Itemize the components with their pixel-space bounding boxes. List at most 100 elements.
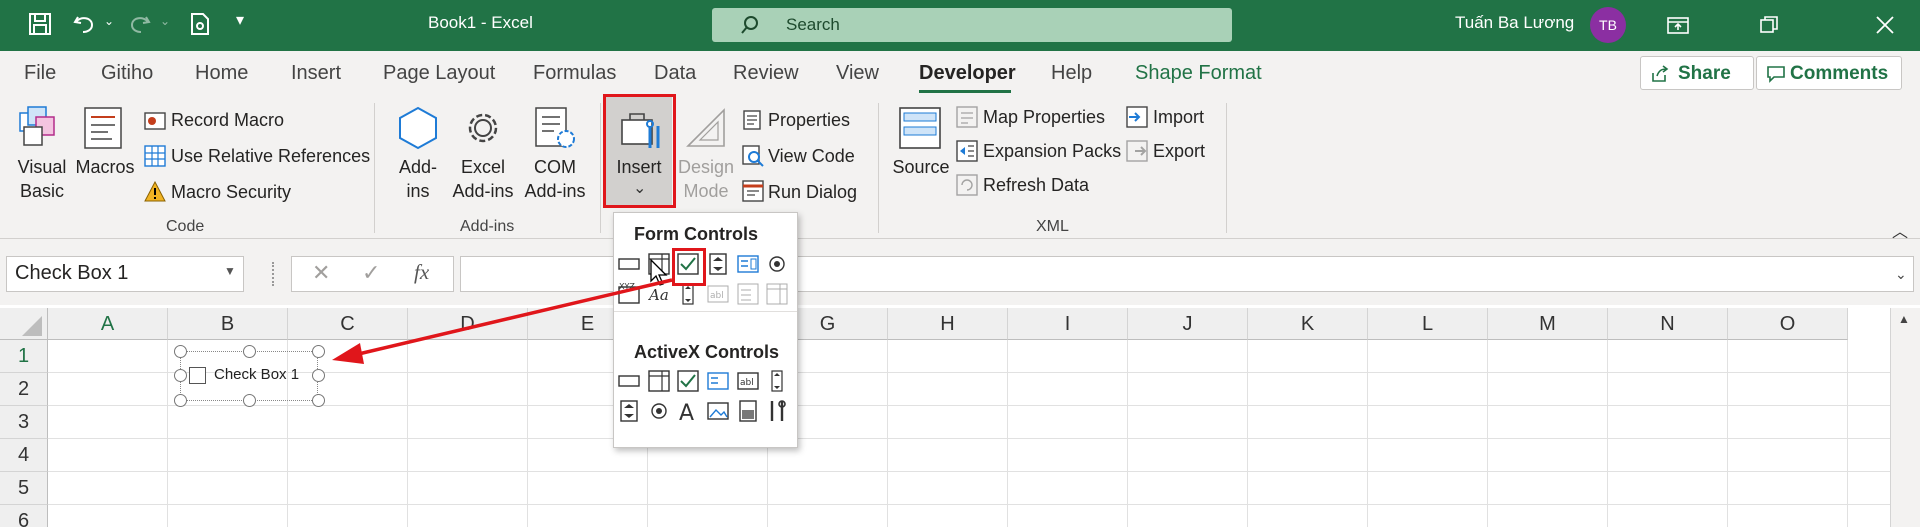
activex-text-box-icon[interactable]: abl xyxy=(737,370,759,392)
document-title: Book1 - Excel xyxy=(428,13,533,32)
column-header-j[interactable]: J xyxy=(1128,308,1248,340)
tab-insert[interactable]: Insert xyxy=(291,62,341,85)
excel-addins-button[interactable]: Excel Add-ins xyxy=(448,155,518,203)
com-addins-button[interactable]: COM Add-ins xyxy=(518,155,592,203)
activex-check-box-icon[interactable] xyxy=(677,370,699,392)
column-header-i[interactable]: I xyxy=(1008,308,1128,340)
vertical-scrollbar[interactable]: ▲ xyxy=(1890,308,1920,527)
import-button[interactable]: Import xyxy=(1153,107,1204,128)
row-header-5[interactable]: 5 xyxy=(0,472,48,505)
activex-toggle-button-icon[interactable] xyxy=(737,400,759,422)
design-mode-button[interactable]: Design Mode xyxy=(676,155,736,203)
expansion-packs-button[interactable]: Expansion Packs xyxy=(983,141,1121,162)
scroll-up-icon[interactable]: ▲ xyxy=(1898,312,1910,326)
relative-references-button[interactable]: Use Relative References xyxy=(171,146,370,167)
share-button[interactable]: Share xyxy=(1640,56,1754,90)
tab-help[interactable]: Help xyxy=(1051,62,1092,85)
export-button[interactable]: Export xyxy=(1153,141,1205,162)
column-header-h[interactable]: H xyxy=(888,308,1008,340)
resize-handle-w[interactable] xyxy=(174,369,187,382)
row-header-1[interactable]: 1 xyxy=(0,340,48,373)
source-button[interactable]: Source xyxy=(890,155,952,179)
row-header-6[interactable]: 6 xyxy=(0,505,48,527)
macros-button[interactable]: Macros xyxy=(74,155,136,179)
com-addins-label-2: Add-ins xyxy=(524,181,586,201)
column-header-o[interactable]: O xyxy=(1728,308,1848,340)
resize-handle-s[interactable] xyxy=(243,394,256,407)
resize-handle[interactable] xyxy=(272,262,276,286)
activex-list-box-icon[interactable] xyxy=(707,370,729,392)
tab-review[interactable]: Review xyxy=(733,62,799,85)
ribbon-display-icon[interactable] xyxy=(1667,15,1689,35)
row-header-2[interactable]: 2 xyxy=(0,373,48,406)
undo-dropdown-icon[interactable]: ⌄ xyxy=(104,14,114,28)
visual-basic-button[interactable]: Visual Basic xyxy=(12,155,72,203)
search-box[interactable]: Search xyxy=(712,8,1232,42)
run-dialog-button[interactable]: Run Dialog xyxy=(768,182,857,203)
gridline-vertical xyxy=(1727,340,1728,527)
resize-handle-sw[interactable] xyxy=(174,394,187,407)
tab-gitiho[interactable]: Gitiho xyxy=(101,62,153,85)
redo-dropdown-icon[interactable]: ⌄ xyxy=(160,14,170,28)
column-header-k[interactable]: K xyxy=(1248,308,1368,340)
properties-button[interactable]: Properties xyxy=(768,110,850,131)
customize-qat-icon[interactable]: ▾ xyxy=(236,10,244,30)
activex-combo-box-icon[interactable] xyxy=(648,370,670,392)
tab-home[interactable]: Home xyxy=(195,62,248,85)
close-icon[interactable] xyxy=(1876,16,1894,34)
print-preview-icon[interactable] xyxy=(188,12,212,36)
name-box-dropdown-icon[interactable]: ▼ xyxy=(224,264,236,278)
name-box[interactable]: Check Box 1 xyxy=(6,256,244,292)
activex-button-icon[interactable] xyxy=(618,370,640,392)
design-mode-icon xyxy=(686,108,725,147)
tab-data[interactable]: Data xyxy=(654,62,696,85)
scroll-bar-form-control-icon[interactable] xyxy=(677,283,699,305)
save-icon[interactable] xyxy=(28,12,52,36)
avatar[interactable]: TB xyxy=(1590,7,1626,43)
option-button-form-control-icon[interactable] xyxy=(766,253,788,275)
tab-page-layout[interactable]: Page Layout xyxy=(383,62,495,85)
more-controls-icon[interactable] xyxy=(766,400,788,422)
redo-icon[interactable] xyxy=(128,12,152,36)
tab-file[interactable]: File xyxy=(24,62,56,85)
tab-developer[interactable]: Developer xyxy=(919,62,1016,85)
macro-security-button[interactable]: Macro Security xyxy=(171,182,291,203)
resize-handle-se[interactable] xyxy=(312,394,325,407)
checkbox-control[interactable] xyxy=(189,367,206,384)
addins-button[interactable]: Add-ins xyxy=(388,155,448,203)
expand-formula-icon[interactable]: ⌄ xyxy=(1895,266,1907,283)
import-icon xyxy=(1126,106,1148,128)
search-icon xyxy=(741,16,758,34)
column-header-a[interactable]: A xyxy=(48,308,168,340)
refresh-data-button[interactable]: Refresh Data xyxy=(983,175,1089,196)
tab-view[interactable]: View xyxy=(836,62,879,85)
spin-button-form-control-icon[interactable] xyxy=(707,253,729,275)
tab-formulas[interactable]: Formulas xyxy=(533,62,616,85)
column-header-n[interactable]: N xyxy=(1608,308,1728,340)
resize-handle-n[interactable] xyxy=(243,345,256,358)
restore-icon[interactable] xyxy=(1760,16,1778,34)
row-header-4[interactable]: 4 xyxy=(0,439,48,472)
activex-option-button-icon[interactable] xyxy=(648,400,670,422)
xml-group-label: XML xyxy=(1036,218,1069,235)
insert-label: Insert xyxy=(616,157,662,177)
undo-icon[interactable] xyxy=(72,12,96,36)
comments-button[interactable]: Comments xyxy=(1756,56,1902,90)
row-header-3[interactable]: 3 xyxy=(0,406,48,439)
combo-list-disabled-icon xyxy=(737,283,759,305)
map-properties-button[interactable]: Map Properties xyxy=(983,107,1105,128)
activex-image-icon[interactable] xyxy=(707,400,729,422)
column-header-m[interactable]: M xyxy=(1488,308,1608,340)
tab-shape-format[interactable]: Shape Format xyxy=(1135,62,1262,85)
record-macro-button[interactable]: Record Macro xyxy=(171,110,284,131)
column-header-b[interactable]: B xyxy=(168,308,288,340)
activex-label-icon[interactable]: A xyxy=(677,400,699,422)
gridline-vertical xyxy=(1607,340,1608,527)
view-code-button[interactable]: View Code xyxy=(768,146,855,167)
resize-handle-nw[interactable] xyxy=(174,345,187,358)
activex-scroll-bar-icon[interactable] xyxy=(766,370,788,392)
activex-spin-button-icon[interactable] xyxy=(618,400,640,422)
column-header-l[interactable]: L xyxy=(1368,308,1488,340)
list-box-form-control-icon[interactable] xyxy=(737,253,759,275)
select-all-button[interactable] xyxy=(0,308,48,340)
